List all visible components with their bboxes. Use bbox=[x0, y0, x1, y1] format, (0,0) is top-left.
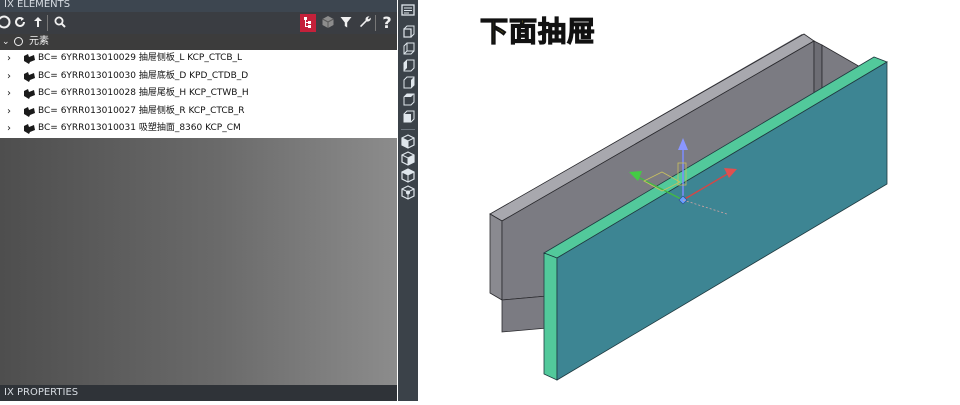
panel-title: IX ELEMENTS bbox=[0, 0, 397, 12]
properties-panel-title[interactable]: IX PROPERTIES bbox=[0, 385, 397, 401]
chevron-right-icon[interactable]: › bbox=[7, 103, 11, 121]
tree-root-row[interactable]: ⌄ 元素 bbox=[0, 34, 397, 50]
chevron-right-icon[interactable]: › bbox=[7, 68, 11, 86]
left-view-icon[interactable] bbox=[400, 59, 416, 74]
view-toolbar bbox=[398, 0, 418, 401]
list-item[interactable]: › BC= 6YRR013010028 抽屉尾板_H KCP_CTWB_H bbox=[0, 85, 397, 103]
wrench-icon[interactable] bbox=[357, 14, 373, 32]
toolbar-divider bbox=[47, 15, 48, 31]
elements-panel: IX ELEMENTS ? ⌄ 元素 › BC= 6YRR013010029 抽… bbox=[0, 0, 397, 401]
toolbar-divider bbox=[401, 129, 415, 130]
list-item[interactable]: › BC= 6YRR013010030 抽屉底板_D KPD_CTDB_D bbox=[0, 68, 397, 86]
list-item-label: BC= 6YRR013010030 抽屉底板_D KPD_CTDB_D bbox=[38, 70, 249, 81]
root-element-icon bbox=[14, 37, 23, 46]
help-icon[interactable]: ? bbox=[379, 14, 395, 32]
front-view-icon[interactable] bbox=[400, 25, 416, 40]
iso-sw-icon[interactable] bbox=[400, 134, 416, 149]
list-item[interactable]: › BC= 6YRR013010031 吸塑抽面_8360 KCP_CM bbox=[0, 120, 397, 138]
iso-ne-icon[interactable] bbox=[400, 168, 416, 183]
view-settings-icon[interactable] bbox=[400, 3, 416, 18]
tree-view-icon[interactable] bbox=[300, 14, 316, 32]
list-item-label: BC= 6YRR013010029 抽屉侧板_L KCP_CTCB_L bbox=[38, 53, 243, 63]
drawer-model[interactable] bbox=[422, 0, 960, 401]
list-item-label: BC= 6YRR013010031 吸塑抽面_8360 KCP_CM bbox=[38, 123, 241, 134]
3d-viewport[interactable] bbox=[422, 0, 960, 401]
tree-root-label: 元素 bbox=[29, 36, 49, 47]
list-item-label: BC= 6YRR013010027 抽屉侧板_R KCP_CTCB_R bbox=[38, 105, 245, 116]
iso-se-icon[interactable] bbox=[400, 151, 416, 166]
chevron-right-icon[interactable]: › bbox=[7, 50, 11, 68]
cube-icon[interactable] bbox=[320, 14, 336, 32]
refresh-icon[interactable] bbox=[12, 14, 28, 32]
drawer-side-front-edge bbox=[489, 213, 503, 301]
list-item[interactable]: › BC= 6YRR013010027 抽屉侧板_R KCP_CTCB_R bbox=[0, 103, 397, 121]
chevron-right-icon[interactable]: › bbox=[7, 120, 11, 138]
iso-nw-icon[interactable] bbox=[400, 185, 416, 200]
front-panel-side-edge bbox=[543, 252, 558, 381]
filter-icon[interactable] bbox=[338, 14, 354, 32]
search-icon[interactable] bbox=[52, 14, 68, 32]
back-icon[interactable] bbox=[0, 14, 12, 32]
viewport-caption: 下面抽屉 bbox=[479, 14, 597, 48]
toolbar-divider bbox=[375, 15, 376, 31]
bottom-view-icon[interactable] bbox=[400, 110, 416, 125]
up-arrow-icon[interactable] bbox=[30, 14, 46, 32]
component-icon bbox=[23, 124, 35, 142]
back-view-icon[interactable] bbox=[400, 42, 416, 57]
panel-toolbar: ? bbox=[0, 12, 397, 34]
element-list: › BC= 6YRR013010029 抽屉侧板_L KCP_CTCB_L › … bbox=[0, 50, 397, 138]
list-item[interactable]: › BC= 6YRR013010029 抽屉侧板_L KCP_CTCB_L bbox=[0, 50, 397, 68]
drawer-bottom-edge bbox=[501, 295, 548, 333]
chevron-right-icon[interactable]: › bbox=[7, 85, 11, 103]
list-item-label: BC= 6YRR013010028 抽屉尾板_H KCP_CTWB_H bbox=[38, 88, 249, 99]
right-view-icon[interactable] bbox=[400, 76, 416, 91]
chevron-down-icon[interactable]: ⌄ bbox=[2, 34, 10, 50]
top-view-icon[interactable] bbox=[400, 93, 416, 108]
